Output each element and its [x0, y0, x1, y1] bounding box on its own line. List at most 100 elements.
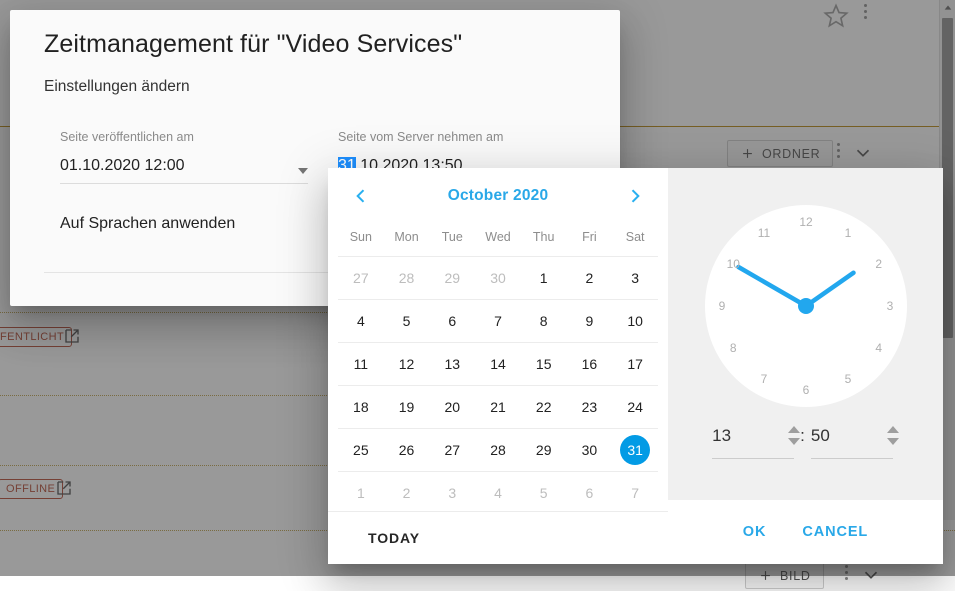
triangle-up-icon[interactable] — [886, 426, 899, 433]
calendar-day-label: 8 — [539, 313, 548, 329]
calendar-week-row: 18 19 20 21 22 23 24 — [338, 385, 658, 428]
calendar-day-cell[interactable]: 17 — [612, 343, 658, 385]
publish-date-field[interactable]: Seite veröffentlichen am 01.10.2020 12:0… — [60, 130, 308, 184]
calendar-day-cell[interactable]: 3 — [612, 257, 658, 299]
calendar-day-cell[interactable]: 3 — [429, 472, 475, 514]
calendar-day-label: 7 — [494, 313, 502, 329]
hour-stepper[interactable]: 13 — [712, 426, 801, 459]
clock-hour-12[interactable]: 12 — [799, 215, 812, 229]
calendar-day-cell[interactable]: 29 — [429, 257, 475, 299]
clock-hour-5[interactable]: 5 — [845, 372, 852, 386]
clock-hour-7[interactable]: 7 — [761, 372, 768, 386]
weekday-thu: Thu — [532, 230, 555, 244]
ok-button[interactable]: OK — [743, 524, 767, 540]
calendar-day-cell[interactable]: 2 — [384, 472, 430, 514]
calendar-day-cell[interactable]: 10 — [612, 300, 658, 342]
calendar-day-label: 27 — [353, 270, 369, 286]
calendar-day-label: 5 — [402, 313, 411, 329]
weekday-sun: Sun — [349, 230, 372, 244]
calendar-day-cell[interactable]: 6 — [429, 300, 475, 342]
chevron-right-icon[interactable] — [622, 183, 648, 209]
calendar-day-cell[interactable]: 23 — [567, 386, 613, 428]
calendar-day-cell[interactable]: 7 — [475, 300, 521, 342]
calendar-day-label: 7 — [631, 485, 640, 501]
calendar-day-cell[interactable]: 6 — [567, 472, 613, 514]
calendar-footer: TODAY — [328, 511, 668, 564]
triangle-down-icon[interactable] — [886, 438, 899, 445]
triangle-up-icon[interactable] — [788, 426, 801, 433]
calendar-day-cell[interactable]: 27 — [338, 257, 384, 299]
calendar-day-cell[interactable]: 28 — [475, 429, 521, 471]
calendar-day-cell[interactable]: 30 — [567, 429, 613, 471]
calendar-day-label: 4 — [494, 485, 502, 501]
calendar-month-title[interactable]: October 2020 — [448, 187, 549, 205]
calendar-day-cell[interactable]: 12 — [384, 343, 430, 385]
calendar-day-cell[interactable]: 26 — [384, 429, 430, 471]
minute-underline — [810, 458, 893, 459]
clock-hour-11[interactable]: 11 — [758, 226, 770, 240]
clock-hour-2[interactable]: 2 — [875, 257, 882, 271]
calendar-day-cell[interactable]: 5 — [521, 472, 567, 514]
calendar-day-cell[interactable]: 4 — [475, 472, 521, 514]
calendar-week-row: 25 26 27 28 29 30 31 — [338, 428, 658, 471]
calendar-day-label: 12 — [398, 356, 415, 372]
calendar-day-cell[interactable]: 19 — [384, 386, 430, 428]
calendar-day-cell[interactable]: 20 — [429, 386, 475, 428]
calendar-day-cell[interactable]: 15 — [521, 343, 567, 385]
clock-hour-1[interactable]: 1 — [845, 226, 852, 240]
calendar-day-cell[interactable]: 1 — [521, 257, 567, 299]
calendar-day-label: 21 — [490, 399, 506, 415]
calendar-day-cell[interactable]: 7 — [612, 472, 658, 514]
calendar-day-label: 2 — [585, 270, 594, 286]
calendar-day-cell[interactable]: 30 — [475, 257, 521, 299]
hour-arrows[interactable] — [788, 426, 801, 449]
calendar-day-cell[interactable]: 16 — [567, 343, 613, 385]
calendar-day-label: 3 — [448, 485, 457, 501]
calendar-day-cell[interactable]: 28 — [384, 257, 430, 299]
clock-hour-10[interactable]: 10 — [727, 257, 740, 271]
clock-face[interactable]: 12 1 2 3 4 5 6 7 8 9 10 11 — [705, 205, 907, 407]
calendar-day-cell[interactable]: 24 — [612, 386, 658, 428]
calendar-day-cell[interactable]: 25 — [338, 429, 384, 471]
calendar-header: October 2020 — [328, 168, 668, 224]
calendar-day-label: 16 — [581, 356, 598, 372]
clock-hour-8[interactable]: 8 — [730, 341, 737, 355]
calendar-day-label: 23 — [581, 399, 598, 415]
calendar-day-cell[interactable]: 31 — [612, 429, 658, 471]
calendar-day-cell[interactable]: 14 — [475, 343, 521, 385]
today-button[interactable]: TODAY — [368, 530, 420, 546]
minute-arrows[interactable] — [886, 426, 899, 449]
minute-stepper[interactable]: 50 — [810, 426, 899, 459]
publish-date-underline — [60, 183, 308, 184]
clock-hour-4[interactable]: 4 — [875, 341, 882, 355]
calendar-day-cell[interactable]: 4 — [338, 300, 384, 342]
calendar-day-cell[interactable]: 9 — [567, 300, 613, 342]
calendar-weekday-header: Sun Mon Tue Wed Thu Fri Sat — [328, 224, 668, 256]
calendar-day-cell[interactable]: 29 — [521, 429, 567, 471]
triangle-down-icon[interactable] — [788, 438, 801, 445]
calendar-week-row: 1 2 3 4 5 6 7 — [338, 471, 658, 514]
calendar-day-label: 11 — [353, 356, 369, 372]
calendar-day-cell[interactable]: 8 — [521, 300, 567, 342]
calendar-day-cell[interactable]: 11 — [338, 343, 384, 385]
calendar-day-cell[interactable]: 5 — [384, 300, 430, 342]
publish-date-label: Seite veröffentlichen am — [60, 130, 194, 144]
cancel-button[interactable]: CANCEL — [802, 524, 868, 540]
clock-hour-6[interactable]: 6 — [803, 383, 810, 397]
clock-panel: 12 1 2 3 4 5 6 7 8 9 10 11 13 : 50 — [668, 168, 943, 500]
calendar-day-cell[interactable]: 27 — [429, 429, 475, 471]
clock-hour-3[interactable]: 3 — [887, 299, 894, 313]
calendar-day-cell[interactable]: 21 — [475, 386, 521, 428]
clock-hour-9[interactable]: 9 — [719, 299, 726, 313]
chevron-left-icon[interactable] — [348, 183, 374, 209]
calendar-day-cell[interactable]: 13 — [429, 343, 475, 385]
calendar-day-cell[interactable]: 18 — [338, 386, 384, 428]
caret-down-icon[interactable] — [298, 168, 308, 174]
minute-value: 50 — [810, 426, 830, 445]
calendar-day-label: 24 — [627, 399, 643, 415]
datetime-picker-popup: October 2020 Sun Mon Tue Wed Thu Fri Sat 27 28 2… — [328, 168, 943, 564]
calendar-day-cell[interactable]: 2 — [567, 257, 613, 299]
calendar-day-cell[interactable]: 1 — [338, 472, 384, 514]
calendar-day-cell[interactable]: 22 — [521, 386, 567, 428]
clock-hour-hand — [803, 270, 856, 309]
